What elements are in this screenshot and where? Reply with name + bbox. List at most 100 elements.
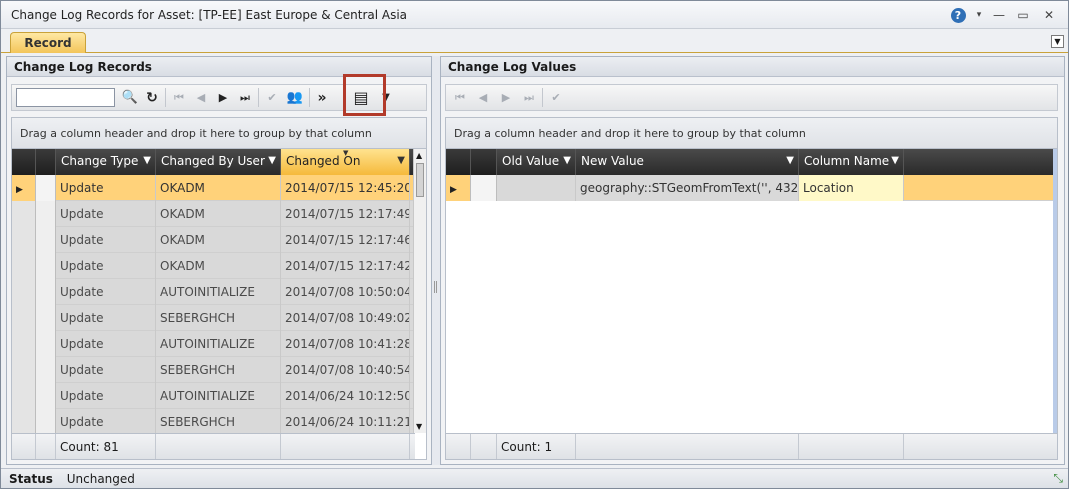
header-check-column [36, 149, 56, 175]
previous-record-icon[interactable]: ◀ [191, 86, 211, 109]
column-header-new-value[interactable]: New Value ▼ [576, 149, 799, 175]
cell-changed-on: 2014/07/15 12:45:20 [281, 175, 410, 201]
group-by-bar[interactable]: Drag a column header and drop it here to… [12, 118, 426, 149]
row-check-cell[interactable] [36, 201, 56, 227]
refresh-icon[interactable]: ↻ [142, 86, 162, 109]
cell-changed-on: 2014/07/08 10:50:04 [281, 279, 410, 305]
table-row[interactable]: Update SEBERGHCH 2014/07/08 10:49:02 [12, 305, 415, 331]
row-check-cell[interactable] [36, 409, 56, 435]
row-check-cell[interactable] [36, 331, 56, 357]
table-row[interactable]: Update SEBERGHCH 2014/07/08 10:40:54 [12, 357, 415, 383]
column-header-changed-on[interactable]: ▼ Changed On ▼ [281, 149, 410, 175]
row-pointer-icon: ▶ [16, 185, 23, 195]
status-bar: Status Unchanged ⤡ [1, 468, 1068, 488]
first-record-icon[interactable]: ⏮ [169, 86, 189, 109]
column-header-changed-by-user[interactable]: Changed By User ▼ [156, 149, 281, 175]
row-check-cell[interactable] [36, 383, 56, 409]
close-icon[interactable]: ✕ [1041, 7, 1057, 23]
restore-icon[interactable]: ▭ [1015, 7, 1031, 23]
status-value: Unchanged [66, 472, 135, 486]
search-input[interactable] [16, 88, 115, 107]
values-toolbar: ⏮ ◀ ▶ ⏭ ✔ [445, 84, 1058, 111]
table-row[interactable]: Update OKADM 2014/07/15 12:17:49 [12, 201, 415, 227]
last-record-icon[interactable]: ⏭ [235, 86, 255, 109]
minimize-icon[interactable]: — [991, 7, 1007, 23]
panel-title: Change Log Values [441, 57, 1064, 77]
window-title: Change Log Records for Asset: [TP-EE] Ea… [11, 8, 408, 22]
cell-old-value [497, 175, 576, 201]
cell-change-type: Update [56, 305, 156, 331]
column-header-column-name[interactable]: Column Name ▼ [799, 149, 904, 175]
cell-change-type: Update [56, 383, 156, 409]
panel-splitter[interactable] [432, 56, 440, 465]
scroll-thumb[interactable] [416, 163, 424, 197]
scroll-down-icon[interactable]: ▼ [416, 422, 422, 431]
toolbar-divider [542, 88, 543, 107]
tab-record[interactable]: Record [10, 32, 86, 53]
row-check-cell[interactable] [36, 279, 56, 305]
cell-changed-by-user: SEBERGHCH [156, 357, 281, 383]
records-grid: Drag a column header and drop it here to… [11, 117, 427, 460]
next-record-icon[interactable]: ▶ [496, 86, 516, 109]
more-icon[interactable]: » [312, 86, 332, 109]
table-row[interactable]: ▶ Update OKADM 2014/07/15 12:45:20 [12, 175, 415, 201]
row-check-cell[interactable] [36, 175, 56, 201]
cell-change-type: Update [56, 409, 156, 435]
cell-changed-on: 2014/07/15 12:17:46 [281, 227, 410, 253]
confirm-icon[interactable]: ✔ [262, 86, 282, 109]
expand-icon[interactable]: ⤡ [1053, 471, 1063, 486]
column-header-old-value[interactable]: Old Value ▼ [497, 149, 576, 175]
column-header-change-type[interactable]: Change Type ▼ [56, 149, 156, 175]
column-filter-icon[interactable]: ▼ [563, 155, 571, 166]
first-record-icon[interactable]: ⏮ [450, 86, 470, 109]
table-row[interactable]: ▶ geography::STGeomFromText('', 4326) Lo… [446, 175, 1055, 201]
cell-change-type: Update [56, 253, 156, 279]
table-row[interactable]: Update SEBERGHCH 2014/06/24 10:11:21 [12, 409, 415, 435]
row-check-cell[interactable] [36, 227, 56, 253]
row-check-cell[interactable] [471, 175, 497, 201]
cell-changed-by-user: OKADM [156, 253, 281, 279]
grid-header-row: Old Value ▼ New Value ▼ Column Name ▼ [446, 149, 1057, 175]
vertical-scrollbar[interactable]: ▲ ▼ [413, 149, 426, 433]
grid-edge-bar [1053, 149, 1057, 433]
table-row[interactable]: Update OKADM 2014/07/15 12:17:46 [12, 227, 415, 253]
tab-menu-chevron-icon[interactable]: ▼ [1051, 35, 1064, 48]
header-row-indicator [12, 149, 36, 175]
next-record-icon[interactable]: ▶ [213, 86, 233, 109]
table-row[interactable]: Update OKADM 2014/07/15 12:17:42 [12, 253, 415, 279]
column-filter-icon[interactable]: ▼ [268, 155, 276, 166]
grid-footer-row: Count: 1 [446, 433, 1057, 459]
column-filter-icon[interactable]: ▼ [891, 155, 899, 166]
record-count: Count: 81 [56, 434, 156, 459]
scroll-up-icon[interactable]: ▲ [416, 151, 422, 160]
users-icon[interactable]: 👥 [284, 86, 306, 109]
column-filter-icon[interactable]: ▼ [143, 155, 151, 166]
confirm-icon[interactable]: ✔ [546, 86, 566, 109]
table-row[interactable]: Update AUTOINITIALIZE 2014/07/08 10:50:0… [12, 279, 415, 305]
column-filter-icon[interactable]: ▼ [397, 155, 405, 166]
cell-changed-on: 2014/07/08 10:41:28 [281, 331, 410, 357]
previous-record-icon[interactable]: ◀ [473, 86, 493, 109]
change-log-window: Change Log Records for Asset: [TP-EE] Ea… [0, 0, 1069, 489]
cell-changed-by-user: AUTOINITIALIZE [156, 331, 281, 357]
help-icon[interactable]: ? [950, 7, 966, 23]
header-check-column [471, 149, 497, 175]
change-log-records-panel: Change Log Records 🔍 ↻ ⏮ ◀ ▶ ⏭ ✔ 👥 » ▤ ▼… [6, 56, 432, 465]
change-log-values-panel: Change Log Values ⏮ ◀ ▶ ⏭ ✔ Drag a colum… [440, 56, 1065, 465]
toolbar-divider [309, 88, 310, 107]
toolbar-divider [258, 88, 259, 107]
splitter-grip-icon[interactable] [434, 281, 437, 293]
group-by-bar[interactable]: Drag a column header and drop it here to… [446, 118, 1057, 149]
column-filter-icon[interactable]: ▼ [786, 155, 794, 166]
row-check-cell[interactable] [36, 305, 56, 331]
row-pointer-icon: ▶ [450, 185, 457, 195]
search-icon[interactable]: 🔍 [120, 86, 140, 109]
last-record-icon[interactable]: ⏭ [519, 86, 539, 109]
table-row[interactable]: Update AUTOINITIALIZE 2014/06/24 10:12:5… [12, 383, 415, 409]
row-check-cell[interactable] [36, 357, 56, 383]
table-row[interactable]: Update AUTOINITIALIZE 2014/07/08 10:41:2… [12, 331, 415, 357]
help-menu-chevron-icon[interactable]: ▾ [971, 7, 987, 23]
cell-change-type: Update [56, 279, 156, 305]
row-check-cell[interactable] [36, 253, 56, 279]
cell-changed-by-user: AUTOINITIALIZE [156, 383, 281, 409]
